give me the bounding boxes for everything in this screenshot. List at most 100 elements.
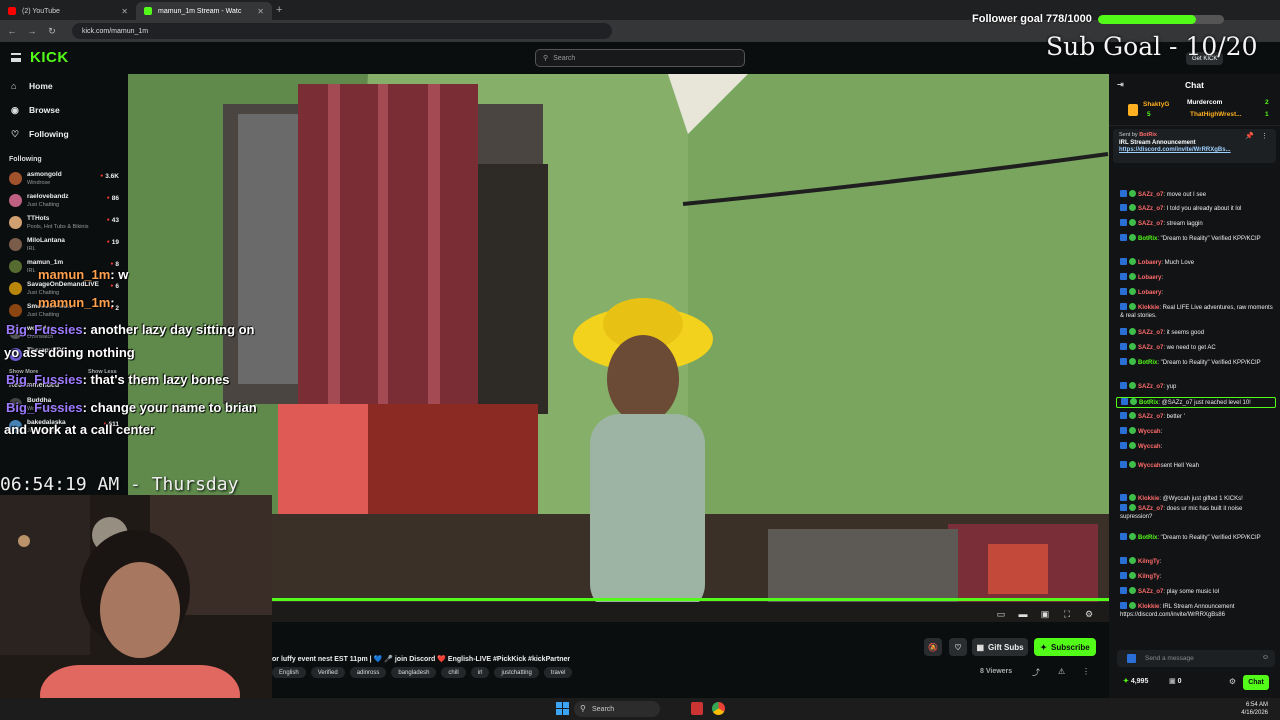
chat-message[interactable]: KilngTy:	[1120, 557, 1276, 566]
following-channel[interactable]: raelovebandz Just Chatting 86	[0, 190, 128, 212]
chat-message[interactable]: KilngTy:	[1120, 572, 1276, 581]
chat-username[interactable]: Wyccah	[1138, 463, 1161, 469]
back-icon[interactable]: ←	[6, 26, 18, 36]
chat-message[interactable]: Klokkie: IRL Stream Announcement https:/…	[1120, 602, 1276, 619]
gift-subs-button[interactable]: ▦ Gift Subs	[972, 638, 1028, 656]
chat-username[interactable]: Lobaery	[1138, 260, 1161, 266]
pinned-link[interactable]: https://discord.com/invite/WrRRXgBs...	[1119, 147, 1270, 153]
chat-message[interactable]: Klokkie: Real LIFE Live adventures, raw …	[1120, 303, 1276, 320]
chat-username[interactable]: Lobaery	[1138, 290, 1161, 296]
chat-username[interactable]: Klokkie	[1138, 496, 1159, 502]
chat-username[interactable]: Klokkie	[1138, 305, 1159, 311]
stream-tag[interactable]: English	[272, 667, 306, 678]
pip-icon[interactable]: ▭	[995, 609, 1007, 620]
chat-message[interactable]: Lobaery:	[1120, 288, 1276, 297]
chat-message[interactable]: Wyccah:	[1120, 442, 1276, 451]
theatre-icon[interactable]: ▬	[1017, 609, 1029, 620]
gifter-name[interactable]: ThatHighWrest...	[1190, 111, 1242, 118]
chat-message[interactable]: BotRix: "Dream to Reality" Verified KPP/…	[1120, 234, 1276, 243]
chat-message[interactable]: SAZz_o7: we need to get AC	[1120, 343, 1276, 352]
chat-username[interactable]: Klokkie	[1138, 604, 1159, 610]
chat-message[interactable]: SAZz_o7: yup	[1120, 382, 1276, 391]
chat-settings-icon[interactable]: ⚙	[1229, 677, 1236, 686]
chat-username[interactable]: SAZz_o7	[1138, 345, 1163, 351]
chrome-icon[interactable]	[712, 702, 725, 715]
chat-message[interactable]: SAZz_o7: does ur mic has built it noise …	[1120, 504, 1276, 521]
chat-username[interactable]: KilngTy	[1138, 574, 1160, 580]
chat-username[interactable]: BotRix	[1138, 360, 1157, 366]
browser-tab-kick[interactable]: mamun_1m Stream - Watc ✕	[136, 2, 272, 20]
following-channel[interactable]: MiloLantana IRL 19	[0, 234, 128, 256]
chat-username[interactable]: KilngTy	[1138, 559, 1160, 565]
settings-icon[interactable]: ⚙	[1083, 609, 1095, 620]
fullscreen-icon[interactable]: ⛶	[1061, 609, 1073, 620]
chat-username[interactable]: BotRix	[1139, 400, 1158, 406]
subscribe-button[interactable]: ✦ Subscribe	[1034, 638, 1096, 656]
chat-username[interactable]: SAZz_o7	[1138, 192, 1163, 198]
sidebar-item-following[interactable]: ♡ Following	[0, 122, 128, 146]
reload-icon[interactable]: ↻	[46, 26, 58, 37]
chat-message[interactable]: BotRix: "Dream to Reality" Verified KPP/…	[1120, 533, 1276, 542]
forward-icon[interactable]: →	[26, 26, 38, 36]
chat-username[interactable]: SAZz_o7	[1138, 330, 1163, 336]
stream-tag[interactable]: irl	[470, 667, 490, 678]
stream-tag[interactable]: Verified	[310, 667, 345, 678]
chat-username[interactable]: BotRix	[1138, 236, 1157, 242]
chat-username[interactable]: SAZz_o7	[1138, 506, 1163, 512]
following-channel[interactable]: TTHots Pools, Hot Tubs & Bikinis 43	[0, 212, 128, 234]
chat-username[interactable]: Wyccah	[1138, 429, 1161, 435]
pin-icon[interactable]: 📌	[1245, 132, 1254, 140]
chat-message[interactable]: SAZz_o7: move out I see	[1120, 190, 1276, 199]
chat-message[interactable]: Klokkie: @Wyccah just gifted 1 KICKs!	[1120, 494, 1276, 503]
mute-notifications-icon[interactable]: 🔕	[924, 638, 942, 656]
stream-tag[interactable]: bangladesh	[391, 667, 437, 678]
share-icon[interactable]: ⤴	[1032, 667, 1040, 678]
chat-message[interactable]: SAZz_o7: I told you already about it lol	[1120, 204, 1276, 213]
chat-username[interactable]: Lobaery	[1138, 275, 1161, 281]
chat-username[interactable]: SAZz_o7	[1138, 414, 1163, 420]
new-tab-icon[interactable]: +	[276, 4, 282, 16]
emote-icon[interactable]: ☺	[1262, 654, 1269, 661]
search-input[interactable]: ⚲ Search	[535, 49, 745, 67]
chat-message[interactable]: Wyccahsent Hell Yeah	[1120, 461, 1276, 470]
chat-username[interactable]: SAZz_o7	[1138, 589, 1163, 595]
clip-icon[interactable]: ▣	[1039, 609, 1051, 620]
collapse-chat-icon[interactable]: ⇥	[1117, 80, 1124, 89]
video-progress-bar[interactable]	[272, 598, 1109, 601]
gifter-name[interactable]: ShaktyG	[1143, 101, 1169, 108]
chat-message[interactable]: Lobaery: Much Love	[1120, 258, 1276, 267]
stream-tag[interactable]: chill	[441, 667, 466, 678]
chat-username[interactable]: Wyccah	[1138, 444, 1161, 450]
menu-icon[interactable]	[11, 53, 21, 62]
more-icon[interactable]: ⋮	[1261, 132, 1268, 140]
chat-input[interactable]: Send a message ☺	[1117, 650, 1275, 667]
chat-username[interactable]: SAZz_o7	[1138, 206, 1163, 212]
chat-message[interactable]: BotRix: "Dream to Reality" Verified KPP/…	[1120, 358, 1276, 367]
follow-heart-icon[interactable]: ♡	[949, 638, 967, 656]
chat-username[interactable]: SAZz_o7	[1138, 221, 1163, 227]
stream-tag[interactable]: adinross	[349, 667, 387, 678]
report-icon[interactable]: ⚠	[1058, 667, 1065, 676]
windows-start-icon[interactable]	[556, 702, 569, 715]
stream-tag[interactable]: justchatting	[494, 667, 539, 678]
chat-message[interactable]: SAZz_o7: better '	[1120, 412, 1276, 421]
chat-message[interactable]: SAZz_o7: stream laggin	[1120, 219, 1276, 228]
system-clock[interactable]: 6:54 AM 4/16/2026	[1241, 701, 1268, 717]
close-tab-icon[interactable]: ✕	[121, 7, 128, 16]
close-tab-icon[interactable]: ✕	[257, 7, 264, 16]
more-icon[interactable]: ⋮	[1082, 667, 1090, 676]
chat-message[interactable]: Wyccah:	[1120, 427, 1276, 436]
url-input[interactable]: kick.com/mamun_1m	[72, 23, 612, 39]
kick-logo[interactable]: KICK	[30, 49, 69, 66]
video-player[interactable]	[128, 74, 1109, 622]
pinned-message[interactable]: Sent by BotRix IRL Stream Announcement h…	[1113, 129, 1276, 163]
sidebar-item-browse[interactable]: ◉ Browse	[0, 98, 128, 122]
points-count[interactable]: ✦ 4,995	[1123, 677, 1148, 685]
chat-message[interactable]: SAZz_o7: play some music lol	[1120, 587, 1276, 596]
chat-message[interactable]: BotRix: @SAZz_o7 just reached level 10!	[1116, 397, 1276, 408]
browser-tab-youtube[interactable]: (2) YouTube ✕	[0, 2, 136, 20]
chat-message[interactable]: Lobaery:	[1120, 273, 1276, 282]
calendar-app-icon[interactable]	[691, 702, 703, 715]
chat-message[interactable]: SAZz_o7: it seems good	[1120, 328, 1276, 337]
chat-username[interactable]: BotRix	[1138, 535, 1157, 541]
